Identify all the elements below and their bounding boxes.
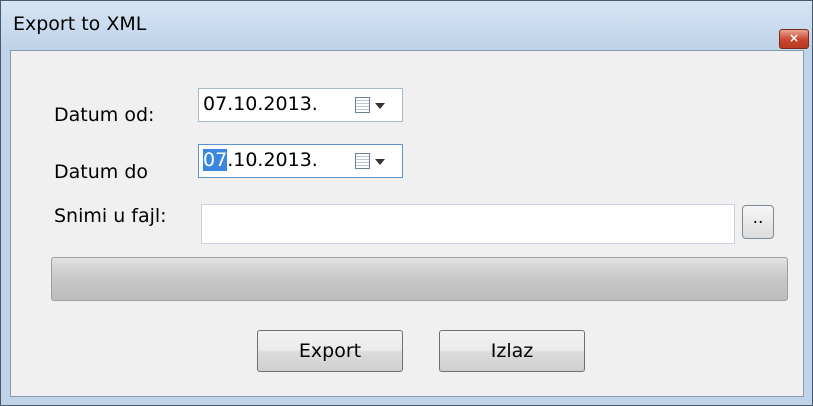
save-file-input[interactable] — [201, 204, 735, 244]
date-from-value[interactable]: 07.10.2013. — [203, 93, 318, 115]
title-bar: Export to XML × — [1, 1, 812, 49]
date-from-picker[interactable]: 07.10.2013. — [198, 88, 403, 122]
save-file-label: Snimi u fajl: — [54, 205, 167, 227]
close-icon: × — [788, 31, 800, 45]
exit-button[interactable]: Izlaz — [439, 330, 585, 372]
calendar-icon[interactable] — [355, 153, 370, 169]
date-to-selected-part: 07 — [203, 149, 228, 171]
chevron-down-icon[interactable] — [375, 159, 385, 165]
export-button[interactable]: Export — [257, 330, 403, 372]
date-to-value[interactable]: 07.10.2013. — [203, 149, 318, 171]
close-button[interactable]: × — [779, 29, 809, 49]
date-to-picker[interactable]: 07.10.2013. — [198, 144, 403, 178]
calendar-icon[interactable] — [355, 97, 370, 113]
chevron-down-icon[interactable] — [375, 103, 385, 109]
progress-bar — [51, 257, 788, 301]
date-to-label: Datum do — [54, 161, 148, 183]
date-to-remaining-part: .10.2013. — [227, 149, 318, 171]
window-title: Export to XML — [13, 13, 147, 35]
date-from-label: Datum od: — [54, 104, 155, 126]
export-window: Export to XML × Datum od: 07.10.2013. Da… — [0, 0, 813, 406]
browse-button[interactable]: .. — [742, 205, 774, 239]
dialog-body: Datum od: 07.10.2013. Datum do 07.10.201… — [10, 50, 804, 397]
